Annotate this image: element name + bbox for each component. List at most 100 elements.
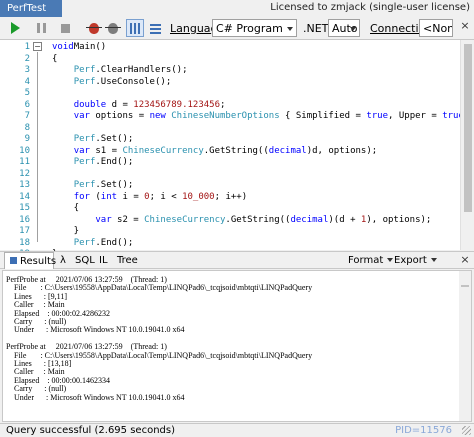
code-token: Perf <box>73 76 96 87</box>
line-number: 13 <box>19 180 30 190</box>
code-token: ; i < <box>149 191 183 202</box>
code-line: Perf.End(); <box>52 237 134 251</box>
code-token: var <box>95 214 112 225</box>
line-number: 16 <box>19 214 30 225</box>
line-number: 8 <box>24 122 30 133</box>
code-token: .End(); <box>95 237 134 248</box>
close-results-icon[interactable]: × <box>460 254 470 265</box>
results-grid-button[interactable] <box>126 19 144 37</box>
code-token: options = <box>89 111 150 121</box>
debug-button[interactable] <box>85 19 103 37</box>
line-number: 10 <box>19 145 30 156</box>
code-line: Perf.End(); <box>52 157 134 170</box>
tab-sql[interactable]: SQL <box>75 252 95 269</box>
code-token: { <box>52 203 80 213</box>
editor-scrollbar[interactable] <box>460 40 474 250</box>
language-select[interactable]: C# Program <box>212 19 297 37</box>
results-tab-bar: Results λ SQL IL Tree Format Export × <box>0 251 474 269</box>
fold-toggle-icon[interactable]: − <box>33 42 42 51</box>
pause-icon <box>36 23 46 33</box>
editor-scroll-thumb[interactable] <box>464 44 472 212</box>
tab-results[interactable]: Results <box>4 252 57 269</box>
debug-break-button[interactable] <box>104 19 122 37</box>
code-token: decimal <box>290 214 329 225</box>
line-number: 18 <box>19 237 30 248</box>
line-number: 15 <box>19 203 30 213</box>
code-token: .ClearHandlers(); <box>95 65 188 75</box>
code-editor[interactable]: − 12345678910111213141516171819 voidMain… <box>0 39 474 259</box>
output-line: Under : Microsoft Windows NT 10.0.19041.… <box>6 392 185 402</box>
chevron-down-icon <box>350 27 356 31</box>
pause-button[interactable] <box>32 19 50 37</box>
code-token: )(d + <box>328 214 361 225</box>
code-token: s2 = <box>111 214 145 225</box>
format-dropdown[interactable]: Format <box>348 255 394 266</box>
code-token: .Set(); <box>95 134 134 144</box>
close-icon[interactable]: × <box>460 20 470 31</box>
output-scroll-thumb[interactable] <box>461 285 469 287</box>
toolbar: Language C# Program .NET Auto Connection… <box>0 17 474 39</box>
code-token: ), options); <box>366 214 432 225</box>
tab-lambda[interactable]: λ <box>60 252 66 269</box>
code-line: var options = new ChineseNumberOptions {… <box>52 111 474 124</box>
code-token: 123456789.123456 <box>133 99 220 110</box>
tab-tree[interactable]: Tree <box>117 252 138 269</box>
license-text: Licensed to zmjack (single-user license) <box>270 2 470 13</box>
resize-grip-icon[interactable] <box>462 426 471 435</box>
connection-select[interactable]: <None <box>419 19 453 37</box>
run-button[interactable] <box>6 19 24 37</box>
export-dropdown[interactable]: Export <box>394 255 437 266</box>
code-token: s1 = <box>89 145 123 156</box>
bug-icon-grey <box>105 22 121 34</box>
line-number: 5 <box>24 88 30 98</box>
chevron-down-icon <box>387 258 394 262</box>
code-token: new <box>149 111 166 121</box>
line-number: 1 <box>24 42 30 52</box>
results-output[interactable]: PerfProbe at 2021/07/06 13:27:59 (Thread… <box>2 270 472 422</box>
title-bar: PerfTest Licensed to zmjack (single-user… <box>0 0 474 17</box>
code-token: ; i++) <box>214 191 248 202</box>
code-token: { <box>52 53 58 64</box>
code-token: Perf <box>73 65 96 75</box>
code-token: d = <box>106 99 134 110</box>
export-label: Export <box>394 255 427 266</box>
code-token: var <box>73 111 90 121</box>
tab-results-label: Results <box>20 256 57 267</box>
fold-guide <box>37 52 38 242</box>
results-rich-button[interactable] <box>146 19 164 37</box>
code-token: } <box>52 226 80 236</box>
stop-button[interactable] <box>56 19 74 37</box>
format-label: Format <box>348 255 384 266</box>
code-token: double <box>73 99 107 110</box>
bug-icon <box>86 22 102 34</box>
tab-il[interactable]: IL <box>99 252 108 269</box>
rows-icon <box>149 22 161 34</box>
chevron-down-icon <box>287 27 293 31</box>
code-line: for (int i = 0; i < 10_000; i++) <box>52 192 247 205</box>
line-number: 3 <box>24 65 30 75</box>
line-number: 14 <box>19 191 30 202</box>
code-token: ChineseNumberOptions <box>165 111 280 121</box>
code-token: int <box>100 191 118 202</box>
output-scrollbar[interactable] <box>459 271 471 421</box>
language-value: C# Program <box>216 22 283 35</box>
results-icon <box>10 257 17 264</box>
query-tab[interactable]: PerfTest <box>0 0 62 17</box>
code-token: decimal <box>268 145 307 156</box>
code-token: .End(); <box>95 157 134 167</box>
code-line: var s2 = ChineseCurrency.GetString((deci… <box>52 215 431 228</box>
code-token: Perf <box>73 134 96 144</box>
code-token: 10_000 <box>182 191 215 202</box>
net-select[interactable]: Auto <box>328 19 360 37</box>
code-token: { Simplified = <box>279 111 367 121</box>
status-message: Query successful (2.695 seconds) <box>6 425 175 436</box>
